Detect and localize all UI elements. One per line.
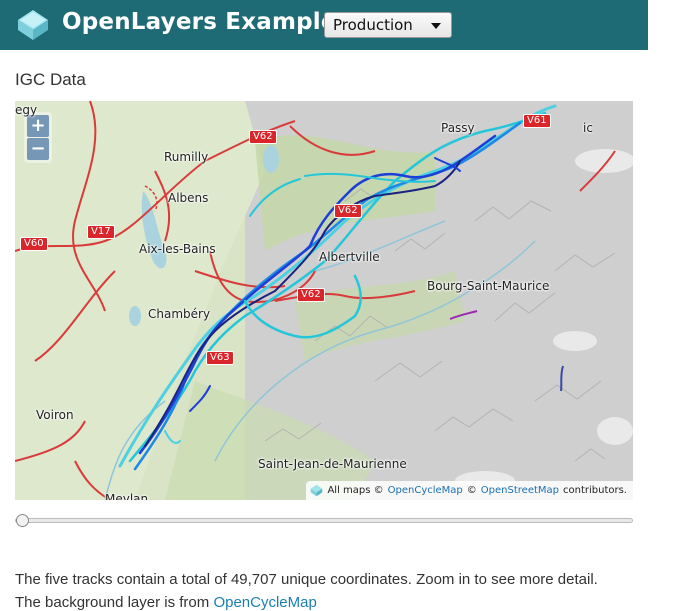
- version-select-value: Production: [333, 16, 413, 34]
- place-label: ic: [583, 121, 593, 135]
- opencyclemap-link[interactable]: OpenCycleMap: [388, 485, 463, 496]
- openlayers-logo[interactable]: [16, 8, 50, 42]
- attribution-prefix: All maps ©: [327, 485, 384, 496]
- time-slider[interactable]: [15, 514, 633, 528]
- attribution-sep: ©: [466, 485, 477, 496]
- road-shield: V60: [20, 237, 48, 251]
- place-label: Albertville: [319, 250, 380, 264]
- chevron-down-icon: [431, 23, 441, 29]
- place-label: Passy: [441, 121, 475, 135]
- place-label: Bourg-Saint-Maurice: [427, 279, 550, 293]
- road-shield: V62: [297, 288, 325, 302]
- site-title[interactable]: OpenLayers Examples: [62, 9, 351, 35]
- place-label: egy: [15, 103, 38, 117]
- place-label: Saint-Jean-de-Maurienne: [258, 457, 407, 471]
- place-label: Rumilly: [164, 150, 209, 164]
- road-shield: V61: [523, 114, 551, 128]
- site-header: OpenLayers Examples Production: [0, 0, 648, 50]
- place-label: Albens: [168, 191, 209, 205]
- road-shield: V17: [87, 225, 115, 239]
- zoom-control: + −: [24, 112, 52, 163]
- slider-track[interactable]: [15, 518, 633, 523]
- description-prefix: The background layer is from: [15, 594, 210, 611]
- zoom-in-button[interactable]: +: [27, 115, 49, 137]
- place-label: Aix-les-Bains: [139, 242, 216, 256]
- place-label: Chambéry: [148, 307, 211, 321]
- opencyclemap-text-link[interactable]: OpenCycleMap: [213, 594, 316, 611]
- slider-thumb[interactable]: [16, 514, 29, 527]
- place-label: Meylan: [105, 492, 149, 500]
- version-select[interactable]: Production: [324, 12, 452, 38]
- example-title: IGC Data: [15, 70, 86, 89]
- description-text: The five tracks contain a total of 49,70…: [15, 571, 598, 588]
- zoom-out-button[interactable]: −: [27, 138, 49, 160]
- place-label: Voiron: [36, 408, 74, 422]
- road-shield: V63: [206, 351, 234, 365]
- road-shield: V62: [249, 130, 277, 144]
- map-attribution: All maps © OpenCycleMap © OpenStreetMap …: [306, 481, 633, 500]
- openlayers-icon[interactable]: [310, 484, 323, 497]
- road-shield: V62: [334, 204, 362, 218]
- attribution-suffix: contributors.: [563, 485, 627, 496]
- openstreetmap-link[interactable]: OpenStreetMap: [481, 485, 559, 496]
- description-text-2: The background layer is from OpenCycleMa…: [15, 594, 317, 611]
- map-viewport[interactable]: + − egy Rumilly Albens Aix-les-Bains Cha…: [15, 101, 633, 500]
